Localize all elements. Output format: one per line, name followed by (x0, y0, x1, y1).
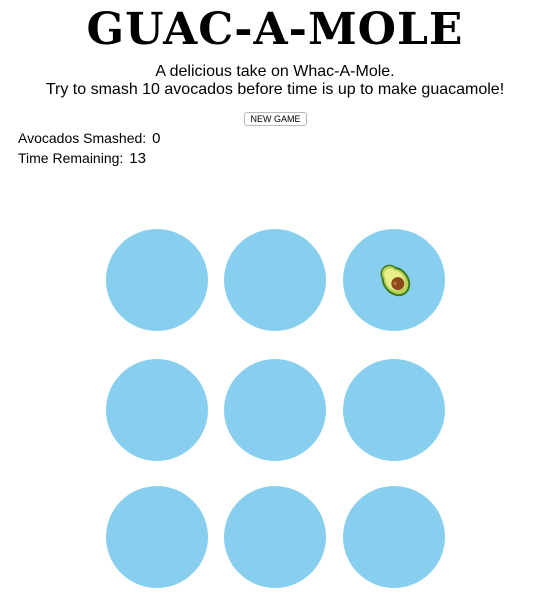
hole-4[interactable] (106, 359, 208, 461)
avocado-icon[interactable] (373, 258, 415, 300)
subtitle-line-1: A delicious take on Whac-A-Mole. (155, 63, 395, 80)
new-game-button[interactable]: NEW GAME (244, 112, 307, 126)
hole-2[interactable] (224, 229, 326, 331)
game-title: GUAC-A-MOLE (86, 4, 464, 55)
hole-6[interactable] (343, 359, 445, 461)
hole-7[interactable] (106, 486, 208, 588)
time-remaining-stat: Time Remaining: 13 (18, 150, 146, 167)
hole-8[interactable] (224, 486, 326, 588)
hole-5[interactable] (224, 359, 326, 461)
subtitle-line-2: Try to smash 10 avocados before time is … (45, 81, 505, 98)
hole-9[interactable] (343, 486, 445, 588)
avocados-smashed-stat: Avocados Smashed: 0 (18, 130, 161, 147)
avocados-smashed-value: 0 (152, 130, 161, 147)
time-remaining-value: 13 (129, 150, 146, 167)
game-description: A delicious take on Whac-A-Mole. Try to … (0, 63, 550, 99)
time-remaining-label: Time Remaining: (18, 150, 124, 166)
avocados-smashed-label: Avocados Smashed: (18, 130, 147, 146)
hole-3[interactable] (343, 229, 445, 331)
hole-1[interactable] (106, 229, 208, 331)
